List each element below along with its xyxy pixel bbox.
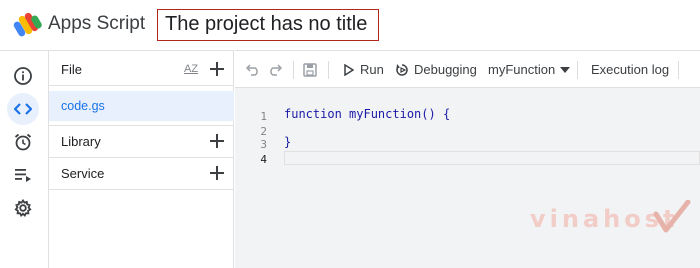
apps-script-logo [13,12,42,37]
play-icon [344,63,354,76]
code-icon [14,103,32,115]
execution-log-label: Execution log [591,62,670,77]
executions-list-icon [15,169,31,182]
toolbar-separator [293,61,294,79]
code-editor[interactable]: 1 function myFunction() { 2 3 } 4 [235,88,700,268]
file-name: code.gs [61,99,105,113]
file-item-code-gs[interactable]: code.gs [49,91,234,121]
files-header: File AZ [49,53,234,85]
undo-icon [246,63,258,76]
sort-az-icon[interactable]: AZ [184,63,198,75]
alarm-clock-icon [14,133,32,151]
editor-button[interactable] [7,93,39,125]
line-number: 3 [260,138,267,151]
code-line[interactable]: } [284,135,291,149]
library-section: Library [49,125,234,157]
left-rail [0,50,48,268]
debug-label: Debugging [414,62,477,77]
overview-button[interactable] [7,60,39,92]
debug-button[interactable]: Debugging [395,51,477,88]
files-panel: File AZ code.gs Library Service [48,50,234,268]
checkmark-logo-icon [653,200,691,233]
line-number: 2 [260,125,267,138]
add-file-button[interactable] [209,61,225,77]
files-header-label: File [61,61,82,77]
library-label: Library [61,133,101,149]
save-button[interactable] [303,51,317,88]
toolbar-separator [577,61,578,79]
divider [49,85,234,86]
redo-icon [270,63,282,76]
dropdown-arrow-icon [560,66,571,73]
project-title[interactable]: The project has no title [157,9,379,41]
toolbar-separator [328,61,329,79]
app-header: Apps Script The project has no title [0,0,700,50]
executions-button[interactable] [7,159,39,191]
code-line[interactable]: function myFunction() { [284,107,450,121]
current-line-highlight [284,151,700,165]
triggers-button[interactable] [7,126,39,158]
run-label: Run [360,62,384,77]
divider [49,189,234,190]
debug-icon [396,63,408,76]
line-number: 1 [260,110,267,123]
service-section: Service [49,157,234,189]
app-name: Apps Script [48,13,146,34]
gear-icon [14,198,32,217]
editor-toolbar: Run Debugging myFunction Execution log [235,50,700,88]
add-service-button[interactable] [209,165,225,181]
function-select-value: myFunction [488,62,556,77]
info-icon [14,67,32,85]
execution-log-button[interactable]: Execution log [591,51,669,88]
function-select[interactable]: myFunction [488,51,571,88]
toolbar-separator [678,61,679,79]
redo-button[interactable] [268,51,282,88]
run-button[interactable]: Run [344,51,384,88]
service-label: Service [61,165,105,181]
line-number: 4 [260,153,267,166]
undo-button[interactable] [246,51,260,88]
settings-button[interactable] [7,192,39,224]
add-library-button[interactable] [209,133,225,149]
save-icon [303,62,317,77]
